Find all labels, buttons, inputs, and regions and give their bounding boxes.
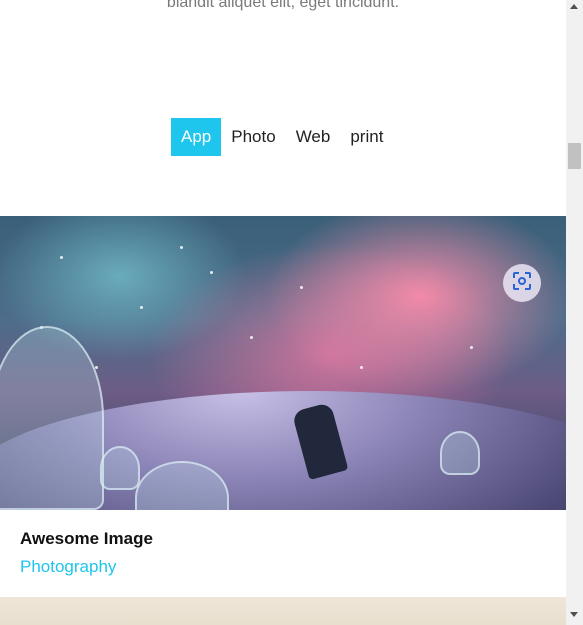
portfolio-title[interactable]: Awesome Image	[20, 529, 153, 549]
scroll-thumb[interactable]	[568, 143, 581, 169]
vertical-scrollbar[interactable]	[566, 0, 583, 625]
chevron-down-icon[interactable]	[570, 612, 578, 617]
portfolio-card[interactable]: Awesome Image Photography	[0, 216, 566, 597]
next-portfolio-image[interactable]	[0, 597, 566, 625]
tab-web[interactable]: Web	[286, 118, 341, 156]
lens-scan-button[interactable]	[503, 264, 541, 302]
portfolio-image[interactable]	[0, 216, 566, 510]
portfolio-category[interactable]: Photography	[20, 557, 116, 577]
lens-scan-icon	[512, 271, 532, 296]
tab-photo[interactable]: Photo	[221, 118, 285, 156]
filter-tabs: App Photo Web print	[171, 118, 393, 156]
tab-app[interactable]: App	[171, 118, 222, 156]
intro-text: blandit aliquet elit, eget tincidunt.	[166, 0, 400, 11]
tab-print[interactable]: print	[340, 118, 393, 156]
chevron-up-icon[interactable]	[570, 4, 578, 9]
page: blandit aliquet elit, eget tincidunt. Ap…	[0, 0, 566, 625]
